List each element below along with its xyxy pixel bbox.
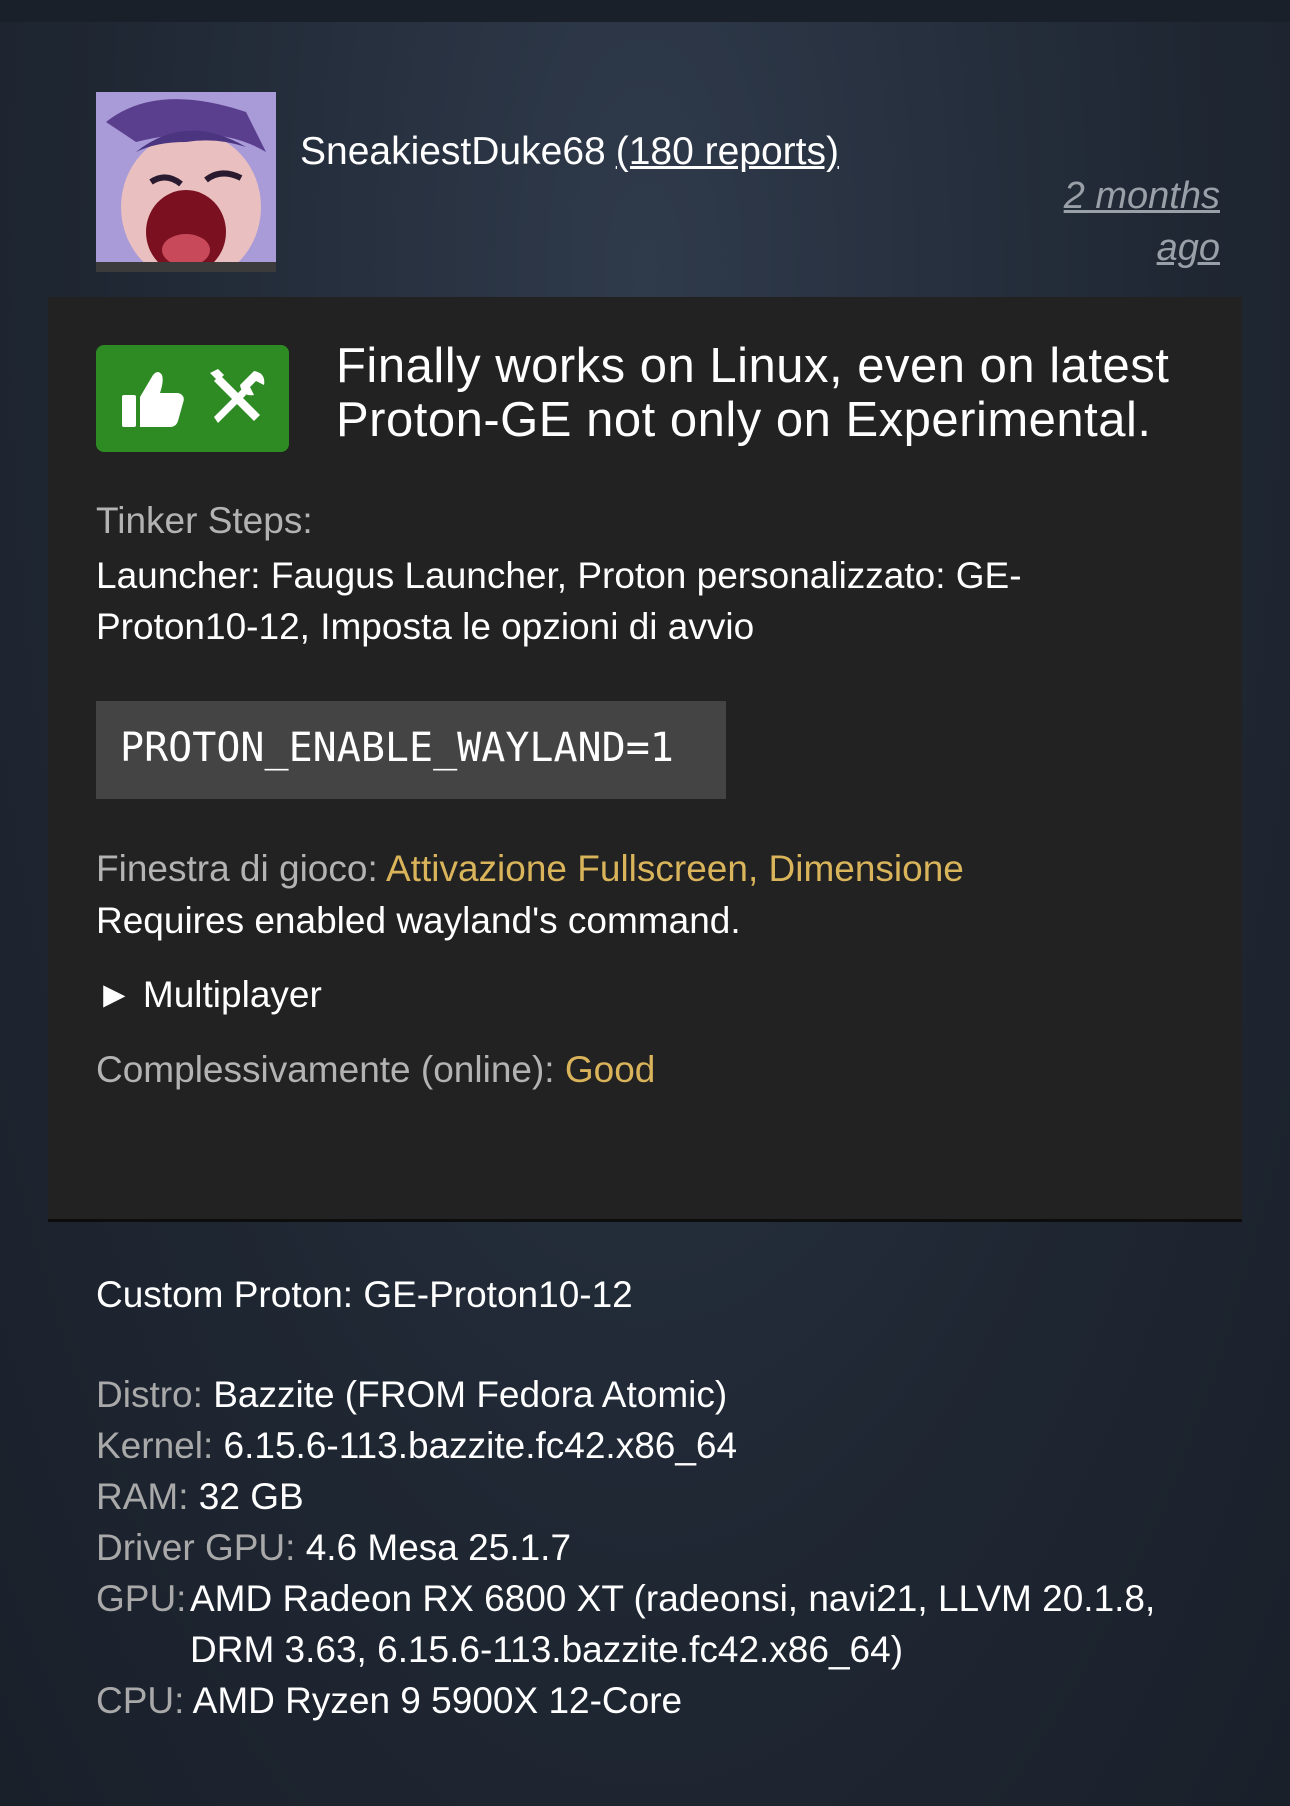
spec-label: CPU: xyxy=(96,1680,185,1721)
spec-driver: Driver GPU: 4.6 Mesa 25.1.7 xyxy=(96,1522,571,1573)
time-ago-line1: 2 months xyxy=(1063,175,1220,217)
game-window-line: Finestra di gioco: Attivazione Fullscree… xyxy=(96,848,964,890)
tinker-steps-text: Launcher: Faugus Launcher, Proton person… xyxy=(96,555,1022,647)
thumbs-up-icon xyxy=(122,372,184,427)
spec-label: Distro: xyxy=(96,1374,203,1415)
time-ago-link[interactable]: 2 months ago xyxy=(1040,170,1220,274)
launch-options-code: PROTON_ENABLE_WAYLAND=1 xyxy=(96,701,726,799)
tools-icon xyxy=(210,369,265,423)
reports-link[interactable]: (180 reports) xyxy=(616,130,839,173)
spec-distro: Distro: Bazzite (FROM Fedora Atomic) xyxy=(96,1369,727,1420)
launch-options-text: PROTON_ENABLE_WAYLAND=1 xyxy=(120,725,674,771)
gpu-line1: AMD Radeon RX 6800 XT (radeonsi, navi21,… xyxy=(190,1578,1156,1619)
requires-note: Requires enabled wayland's command. xyxy=(96,900,741,941)
spec-ram: RAM: 32 GB xyxy=(96,1471,304,1522)
gpu-line2: DRM 3.63, 6.15.6-113.bazzite.fc42.x86_64… xyxy=(190,1629,904,1670)
overall-value: Good xyxy=(564,1049,656,1090)
tinker-steps-label: Tinker Steps: xyxy=(96,500,313,541)
rating-badge xyxy=(96,345,289,452)
spec-value: Bazzite (FROM Fedora Atomic) xyxy=(213,1374,728,1415)
spec-value: 6.15.6-113.bazzite.fc42.x86_64 xyxy=(223,1425,738,1466)
custom-proton: Custom Proton: GE-Proton10-12 xyxy=(96,1274,633,1315)
spec-value: 32 GB xyxy=(198,1476,304,1517)
spec-value: AMD Ryzen 9 5900X 12-Core xyxy=(192,1680,683,1721)
report-header: SneakiestDuke68 (180 reports) 2 months ag… xyxy=(96,92,1220,272)
report-panel: Finally works on Linux, even on latest P… xyxy=(48,297,1242,1222)
username[interactable]: SneakiestDuke68 xyxy=(300,130,606,173)
game-window-label: Finestra di gioco: xyxy=(96,848,378,889)
spec-label: RAM: xyxy=(96,1476,189,1517)
game-window-value: Attivazione Fullscreen, Dimensione xyxy=(386,848,964,889)
report-card: SneakiestDuke68 (180 reports) 2 months ag… xyxy=(0,0,1290,1806)
avatar-image xyxy=(96,92,276,272)
spec-cpu: CPU: AMD Ryzen 9 5900X 12-Core xyxy=(96,1675,682,1726)
avatar[interactable] xyxy=(96,92,276,272)
spec-value: 4.6 Mesa 25.1.7 xyxy=(305,1527,572,1568)
overall-rating-line: Complessivamente (online): Good xyxy=(96,1049,655,1091)
username-line: SneakiestDuke68 (180 reports) xyxy=(300,130,839,174)
spec-label: GPU: xyxy=(96,1578,187,1619)
overall-label: Complessivamente (online): xyxy=(96,1049,555,1090)
spec-label: Driver GPU: xyxy=(96,1527,296,1568)
report-headline: Finally works on Linux, even on latest P… xyxy=(336,339,1170,447)
spec-value: AMD Radeon RX 6800 XT (radeonsi, navi21,… xyxy=(190,1573,1190,1675)
spec-label: Kernel: xyxy=(96,1425,214,1466)
top-bar xyxy=(0,0,1290,22)
spec-kernel: Kernel: 6.15.6-113.bazzite.fc42.x86_64 xyxy=(96,1420,737,1471)
multiplayer-toggle[interactable]: ► Multiplayer xyxy=(96,974,322,1016)
time-ago-line2: ago xyxy=(1156,227,1220,269)
spec-gpu: GPU: AMD Radeon RX 6800 XT (radeonsi, na… xyxy=(96,1573,1216,1675)
